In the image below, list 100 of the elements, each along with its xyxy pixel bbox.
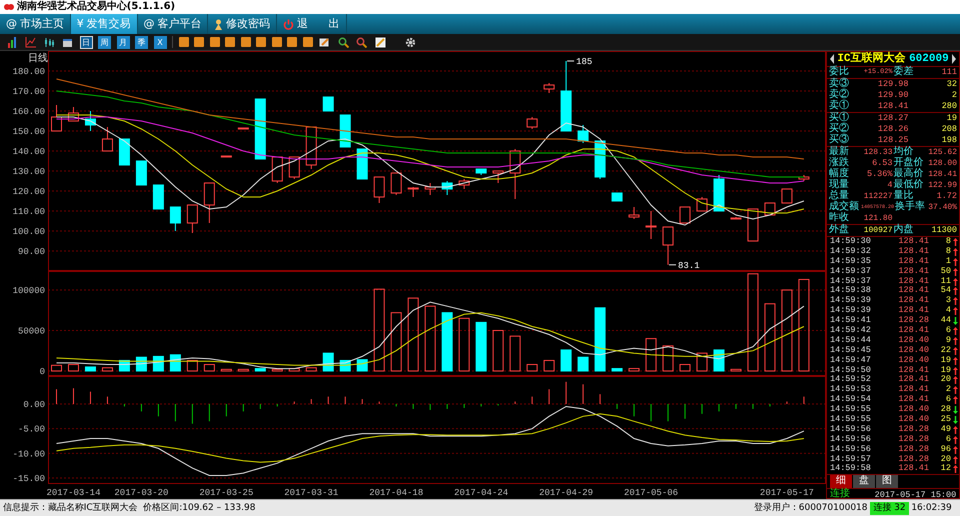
order-price: 128.25 bbox=[876, 135, 908, 146]
candlestick bbox=[374, 176, 385, 204]
date-label: 2017-05-17 bbox=[760, 488, 814, 498]
volume-bar bbox=[458, 318, 470, 372]
trade-volume: 1 bbox=[944, 256, 951, 267]
volume-bar bbox=[68, 364, 79, 372]
field-value: 128.00 bbox=[927, 158, 957, 169]
order-volume: 19 bbox=[946, 113, 957, 124]
order-label: 买① bbox=[829, 113, 850, 124]
field-label: 昨收 bbox=[829, 213, 850, 224]
volume-bar bbox=[764, 303, 776, 372]
volume-bar bbox=[356, 359, 368, 372]
volume-bar bbox=[186, 360, 198, 372]
field-value: 37.40% bbox=[927, 202, 957, 213]
trade-volume: 6 bbox=[944, 434, 951, 445]
trade-time: 14:59:52 bbox=[830, 375, 872, 385]
candlestick bbox=[136, 160, 147, 186]
axis-label: 130.00 bbox=[12, 167, 45, 177]
trade-time: 14:59:50 bbox=[830, 366, 872, 375]
volume-bar bbox=[713, 349, 724, 372]
zoom-in-button[interactable] bbox=[336, 36, 350, 48]
volume-bar bbox=[238, 368, 249, 372]
field-label: 均价 bbox=[894, 147, 914, 158]
trade-time: 14:59:44 bbox=[830, 336, 872, 346]
date-label: 2017-03-20 bbox=[114, 488, 168, 498]
panel-tab[interactable]: 细 bbox=[830, 475, 852, 488]
field-label: 成交额 bbox=[829, 202, 860, 213]
settings-button[interactable] bbox=[404, 36, 416, 48]
field-value: 122.99 bbox=[927, 180, 957, 191]
volume-bar bbox=[254, 368, 266, 372]
trade-volume: 8 bbox=[944, 237, 951, 247]
volume-bar bbox=[102, 367, 113, 372]
period-tab[interactable]: 日 bbox=[80, 36, 92, 48]
candlestick bbox=[646, 210, 657, 240]
candlestick bbox=[102, 126, 113, 152]
period-tab[interactable]: 季 bbox=[135, 36, 148, 48]
line-chart-button[interactable] bbox=[24, 36, 37, 48]
axis-label: -10.00 bbox=[12, 449, 45, 460]
trade-price: 128.40 bbox=[897, 336, 929, 346]
trade-volume: 22 bbox=[940, 346, 951, 356]
product-name: IC互联网大会 bbox=[837, 50, 906, 66]
volume-bar bbox=[476, 322, 487, 372]
window-title: 湖南华强艺术品交易中心(5.1.1.6) bbox=[16, 0, 176, 14]
trade-time: 14:59:38 bbox=[830, 286, 872, 296]
trade-time: 14:59:53 bbox=[830, 385, 872, 395]
volume-bar bbox=[51, 364, 62, 372]
trade-price: 128.40 bbox=[897, 346, 929, 356]
volume-bar bbox=[424, 306, 436, 372]
logo-icon bbox=[4, 3, 14, 11]
product-code: 602009 bbox=[909, 52, 949, 66]
field-label: 开盘价 bbox=[894, 158, 924, 169]
trade-price: 128.41 bbox=[897, 385, 929, 395]
candlestick bbox=[322, 96, 334, 112]
person-icon bbox=[214, 18, 224, 30]
trade-price: 128.28 bbox=[897, 316, 929, 326]
field-value: 1.72 bbox=[936, 191, 957, 202]
trade-time: 14:59:45 bbox=[830, 346, 872, 356]
candlestick-button[interactable] bbox=[42, 36, 56, 48]
trade-volume: 4 bbox=[944, 306, 951, 316]
bar-chart-button[interactable] bbox=[6, 36, 18, 48]
period-tab[interactable]: 周 bbox=[98, 36, 111, 48]
axis-label: 90.00 bbox=[18, 247, 45, 257]
field-label: 总量 bbox=[829, 191, 849, 202]
panel-tab[interactable]: 盘 bbox=[852, 475, 875, 488]
trade-price: 128.41 bbox=[897, 286, 929, 296]
candlestick bbox=[408, 186, 419, 198]
zoom-out-button[interactable] bbox=[355, 36, 368, 48]
date-label: 2017-03-25 bbox=[199, 488, 254, 498]
trade-volume: 3 bbox=[944, 296, 951, 306]
candlestick bbox=[288, 156, 300, 180]
field-label: 最低价 bbox=[894, 180, 924, 191]
volume-bar bbox=[204, 364, 215, 372]
order-label: 卖② bbox=[829, 90, 850, 101]
trade-time: 14:59:32 bbox=[830, 246, 872, 257]
trade-time: 14:59:57 bbox=[830, 454, 872, 464]
field-label: 幅度 bbox=[829, 169, 850, 180]
volume-bar bbox=[544, 360, 555, 372]
trade-volume: 54 bbox=[940, 286, 951, 296]
candlestick bbox=[544, 82, 555, 94]
period-tab[interactable]: 月 bbox=[116, 36, 130, 48]
axis-label: 170.00 bbox=[12, 87, 45, 97]
field-label: 最新 bbox=[829, 147, 850, 158]
trade-price: 128.41 bbox=[897, 246, 929, 257]
panel-tab[interactable]: 图 bbox=[876, 475, 898, 488]
trade-time: 14:59:42 bbox=[830, 326, 872, 336]
order-price: 129.90 bbox=[876, 90, 908, 101]
order-volume: 280 bbox=[940, 101, 957, 112]
field-value: 100927 bbox=[862, 225, 892, 236]
edit-chart-button[interactable] bbox=[318, 36, 331, 48]
trade-price: 128.40 bbox=[897, 415, 929, 425]
candlestick bbox=[492, 170, 504, 184]
period-tab[interactable]: X bbox=[154, 36, 166, 48]
trade-volume: 2 bbox=[944, 385, 951, 395]
trade-volume: 19 bbox=[940, 356, 951, 366]
trade-volume: 44 bbox=[940, 316, 951, 326]
power-icon bbox=[283, 18, 294, 30]
field-value: 4 bbox=[886, 180, 892, 191]
trade-volume: 28 bbox=[940, 405, 951, 415]
field-label: 最高价 bbox=[894, 169, 924, 180]
pencil-button[interactable] bbox=[374, 36, 386, 48]
